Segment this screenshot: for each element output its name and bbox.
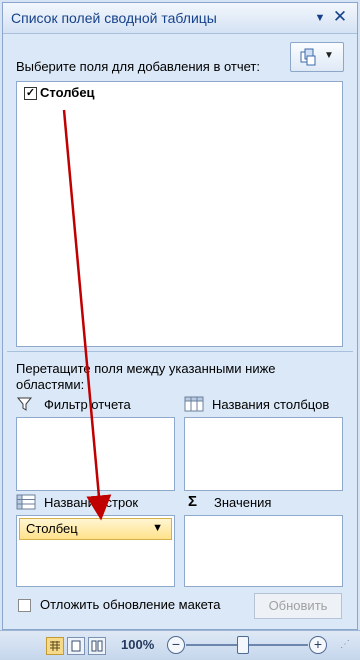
pane-close-icon[interactable]: ✕ xyxy=(331,8,349,26)
row-labels-drop-area[interactable]: Столбец ▼ xyxy=(16,515,175,587)
drag-fields-hint: Перетащите поля между указанными ниже об… xyxy=(16,361,276,392)
page-break-icon xyxy=(91,640,103,652)
pane-options-dropdown-icon[interactable]: ▼ xyxy=(313,11,327,25)
choose-fields-prompt: Выберите поля для добавления в отчет: xyxy=(16,59,260,74)
column-labels-header: Названия столбцов xyxy=(184,396,354,414)
normal-view-button[interactable] xyxy=(46,637,64,655)
zoom-slider-thumb[interactable] xyxy=(237,636,249,654)
chevron-down-icon[interactable]: ▼ xyxy=(152,522,163,534)
page-break-view-button[interactable] xyxy=(88,637,106,655)
row-labels-icon xyxy=(16,494,36,510)
defer-update-checkbox[interactable] xyxy=(18,599,31,612)
page-layout-view-button[interactable] xyxy=(67,637,85,655)
defer-update-label: Отложить обновление макета xyxy=(40,597,221,612)
pane-title: Список полей сводной таблицы xyxy=(11,10,217,26)
section-divider xyxy=(7,351,353,352)
report-filter-header: Фильтр отчета xyxy=(16,396,176,414)
report-filter-label: Фильтр отчета xyxy=(44,397,131,412)
zoom-in-button[interactable]: + xyxy=(309,636,327,654)
pane-titlebar: Список полей сводной таблицы ▼ ✕ xyxy=(3,3,357,34)
field-layout-icon xyxy=(300,48,316,66)
zoom-level[interactable]: 100% xyxy=(121,637,154,652)
column-labels-drop-area[interactable] xyxy=(184,417,343,491)
field-layout-options-button[interactable]: ▼ xyxy=(290,42,344,72)
pivot-field-list-pane: Список полей сводной таблицы ▼ ✕ Выберит… xyxy=(2,2,358,630)
report-filter-drop-area[interactable] xyxy=(16,417,175,491)
values-header: Σ Значения xyxy=(186,493,346,512)
update-button[interactable]: Обновить xyxy=(254,593,342,619)
row-labels-label: Названия строк xyxy=(44,495,139,510)
filter-icon xyxy=(16,397,33,411)
values-drop-area[interactable] xyxy=(184,515,343,587)
resize-grip-icon[interactable]: ⋰ xyxy=(340,639,354,653)
page-layout-icon xyxy=(71,640,81,652)
row-field-label: Столбец xyxy=(26,521,78,536)
chevron-down-icon: ▼ xyxy=(324,50,334,61)
column-labels-icon xyxy=(184,396,204,412)
row-field-item[interactable]: Столбец ▼ xyxy=(19,518,172,540)
sigma-icon: Σ xyxy=(188,493,198,510)
field-label: Столбец xyxy=(40,85,95,100)
zoom-out-button[interactable]: − xyxy=(167,636,185,654)
column-labels-label: Названия столбцов xyxy=(212,397,330,412)
status-bar: 100% − + ⋰ xyxy=(0,630,360,660)
field-item[interactable]: ✓ Столбец xyxy=(19,84,338,102)
field-checkbox[interactable]: ✓ xyxy=(24,87,37,100)
normal-view-icon xyxy=(50,641,60,651)
values-label: Значения xyxy=(214,495,272,510)
row-labels-header: Названия строк xyxy=(16,494,176,512)
field-list-box: ✓ Столбец xyxy=(16,81,343,347)
